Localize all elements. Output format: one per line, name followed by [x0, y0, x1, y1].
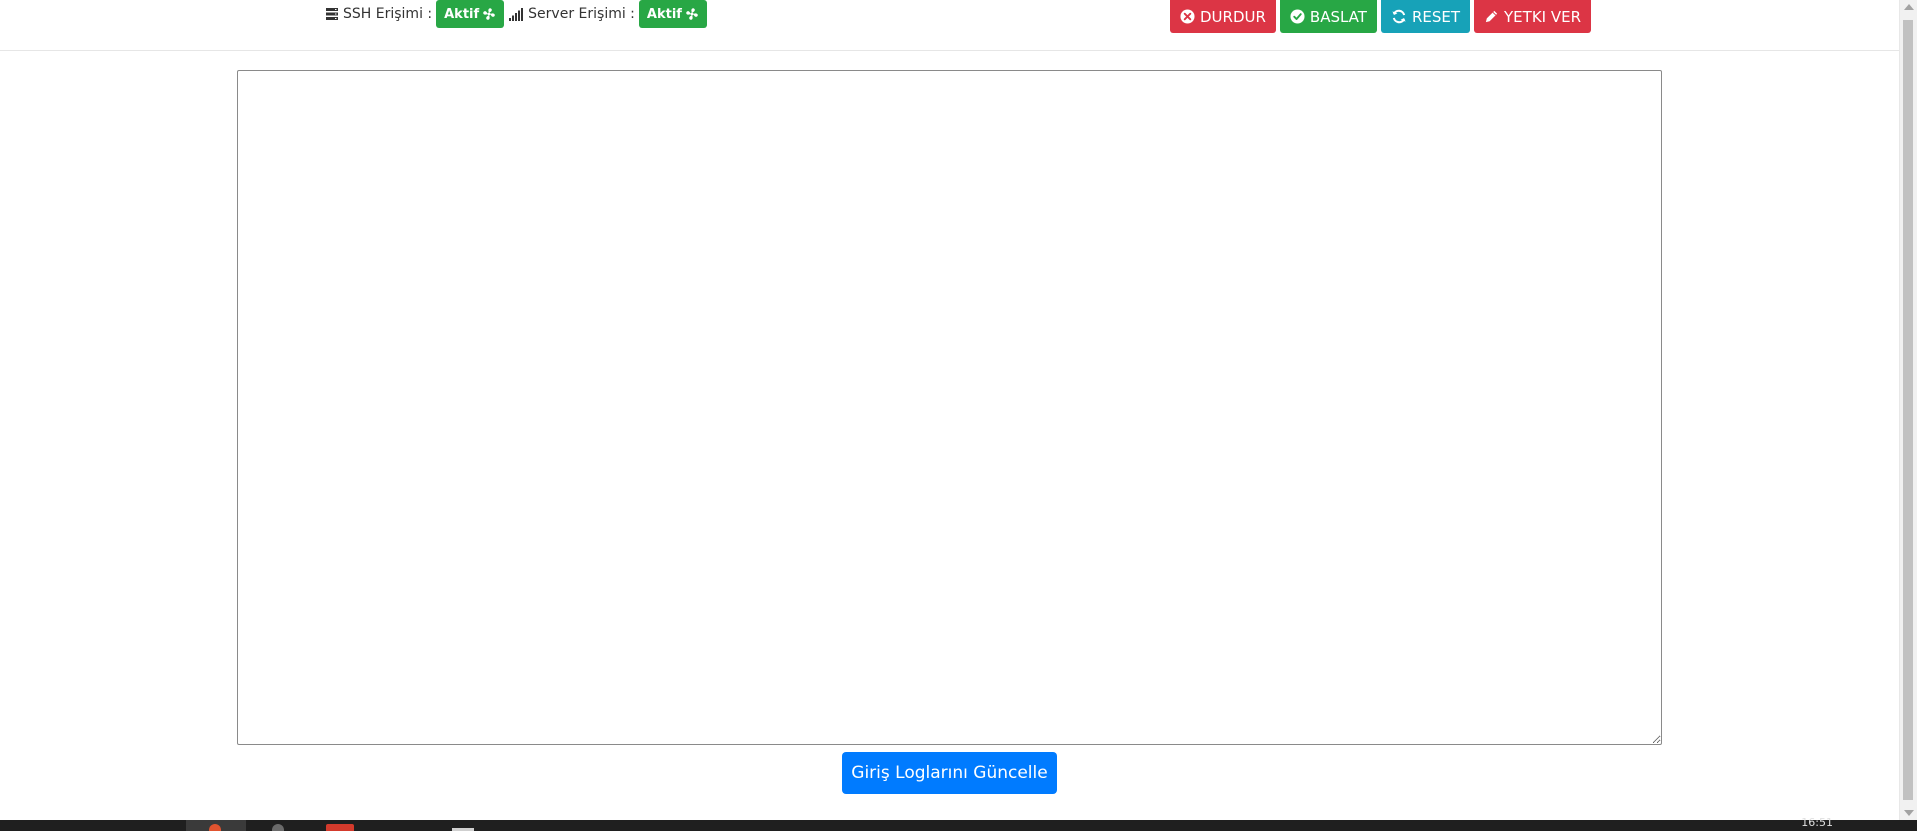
taskbar-app-icon[interactable] [272, 824, 284, 831]
taskbar-browser-icon[interactable] [209, 824, 221, 831]
top-bar: SSH Erişimi : Aktif Server Erişimi: Akt… [0, 0, 1899, 51]
server-access-label: Server Erişimi : [528, 6, 635, 22]
grant-permission-button[interactable]: YETKI VER [1474, 0, 1592, 33]
pencil-icon [1485, 10, 1498, 23]
taskbar-app-icon[interactable] [326, 824, 354, 831]
access-status: SSH Erişimi : Aktif Server Erişimi: Akt… [324, 0, 707, 28]
start-button-label: BASLAT [1309, 7, 1367, 26]
fan-icon [483, 8, 495, 20]
action-buttons: DURDUR BASLAT RESET YETKI VER [1170, 0, 1592, 33]
update-login-logs-button[interactable]: Giriş Loglarını Güncelle [842, 752, 1057, 794]
scroll-down-arrow-icon[interactable] [1904, 810, 1914, 816]
server-status-text: Aktif [646, 6, 682, 22]
page: SSH Erişimi : Aktif Server Erişimi: Akt… [0, 0, 1917, 831]
scrollbar-thumb[interactable] [1903, 20, 1913, 800]
ssh-access-label: SSH Erişimi : [343, 6, 433, 22]
stop-button[interactable]: DURDUR [1170, 0, 1276, 33]
page-scrollbar[interactable] [1899, 0, 1917, 820]
signal-bars-icon [509, 7, 524, 21]
server-status-badge: Aktif [638, 0, 707, 28]
grant-permission-button-label: YETKI VER [1504, 7, 1582, 26]
reset-button[interactable]: RESET [1380, 0, 1471, 33]
circle-check-icon [1290, 9, 1305, 24]
ssh-status-text: Aktif [444, 6, 480, 22]
start-button[interactable]: BASLAT [1279, 0, 1377, 33]
fan-icon [686, 8, 698, 20]
stop-button-label: DURDUR [1200, 7, 1266, 26]
ssh-status-badge: Aktif [436, 0, 505, 28]
login-log-textarea[interactable] [237, 70, 1662, 745]
reset-button-label: RESET [1411, 7, 1461, 26]
server-stack-icon [324, 7, 339, 21]
refresh-icon [1392, 9, 1406, 24]
taskbar-clock: 16:51 [1801, 816, 1833, 829]
os-taskbar: 16:51 [0, 816, 1917, 831]
circle-x-icon [1180, 9, 1195, 24]
scroll-up-arrow-icon[interactable] [1904, 4, 1914, 10]
